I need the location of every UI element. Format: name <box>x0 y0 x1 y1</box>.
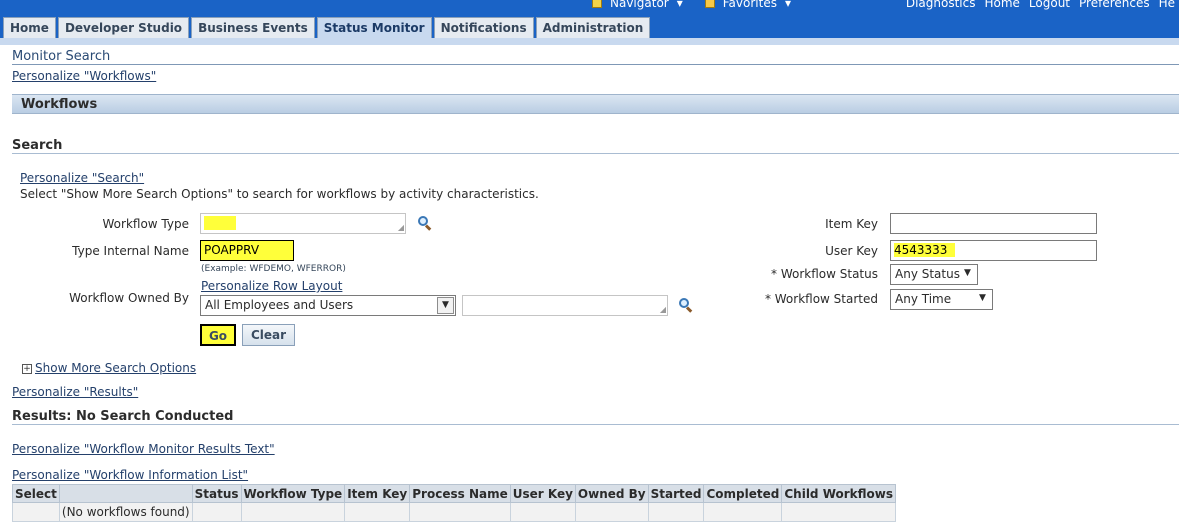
tab-home[interactable]: Home <box>3 17 56 38</box>
global-links: Diagnostics Home Logout Preferences He <box>906 0 1175 10</box>
favorites-menu[interactable]: Favorites <box>723 0 777 10</box>
page-title: Monitor Search <box>12 49 111 64</box>
workflows-section-header: Workflows <box>12 94 1179 114</box>
navigator-icon <box>592 0 602 8</box>
column-header-process-name: Process Name <box>409 484 511 503</box>
favorites-icon <box>704 0 715 8</box>
workflow-status-select[interactable]: Any Status ▼ <box>890 264 978 285</box>
tab-notifications[interactable]: Notifications <box>433 17 534 38</box>
search-instructions: Select "Show More Search Options" to sea… <box>20 187 539 201</box>
personalize-search-link[interactable]: Personalize "Search" <box>20 171 144 185</box>
example-hint: (Example: WFDEMO, WFERROR) <box>201 264 346 274</box>
column-header-owned-by: Owned By <box>574 484 649 503</box>
owned-by-label: Workflow Owned By <box>69 291 189 305</box>
required-mark: * <box>771 267 778 281</box>
table-cell <box>509 502 576 522</box>
workflow-type-value <box>204 216 236 230</box>
chevron-down-icon: ▾ <box>676 0 683 10</box>
results-table: Select Status Workflow Type Item Key Pro… <box>12 484 897 522</box>
workflow-status-value: Any Status <box>895 267 960 281</box>
tab-status-monitor[interactable]: Status Monitor <box>316 17 432 38</box>
user-key-label: User Key <box>825 244 878 258</box>
resize-grip-icon: ◢ <box>397 223 404 232</box>
table-row: (No workflows found) <box>12 502 897 522</box>
table-cell <box>344 502 411 522</box>
workflow-status-label: * Workflow Status <box>700 267 878 281</box>
personalize-results-text-link[interactable]: Personalize "Workflow Monitor Results Te… <box>12 442 275 456</box>
global-link-logout[interactable]: Logout <box>1029 0 1070 10</box>
column-header-item-key: Item Key <box>344 484 411 503</box>
table-cell <box>574 502 649 522</box>
column-header-workflow-type: Workflow Type <box>240 484 346 503</box>
table-cell <box>703 502 783 522</box>
column-header-status: Status <box>191 484 242 503</box>
table-cell <box>12 502 60 522</box>
go-button[interactable]: Go <box>200 324 236 346</box>
type-internal-name-label: Type Internal Name <box>72 244 189 258</box>
column-header-user-key: User Key <box>509 484 576 503</box>
owned-by-text-input[interactable]: ◢ <box>462 295 668 316</box>
column-header-completed: Completed <box>703 484 783 503</box>
global-link-diagnostics[interactable]: Diagnostics <box>906 0 976 10</box>
chevron-down-icon: ▼ <box>437 297 454 314</box>
table-cell <box>409 502 511 522</box>
workflow-status-label-text: Workflow Status <box>780 267 878 281</box>
item-key-label: Item Key <box>825 217 878 231</box>
table-cell <box>647 502 705 522</box>
column-header-child-workflows: Child Workflows <box>781 484 897 503</box>
table-header-row: Select Status Workflow Type Item Key Pro… <box>12 484 897 503</box>
chevron-down-icon: ▾ <box>784 0 791 10</box>
user-key-value: 4543333 <box>894 243 956 257</box>
user-key-input[interactable]: 4543333 <box>890 240 1097 261</box>
tab-subbar <box>0 38 1179 45</box>
results-divider <box>12 424 1179 425</box>
resize-grip-icon: ◢ <box>659 305 666 314</box>
global-link-help[interactable]: He <box>1159 0 1175 10</box>
title-divider <box>12 64 1179 65</box>
tab-administration[interactable]: Administration <box>535 17 651 38</box>
column-header-select: Select <box>12 484 60 503</box>
section-title: Workflows <box>21 97 98 112</box>
column-header-spacer <box>59 484 193 503</box>
chevron-down-icon: ▼ <box>964 268 971 278</box>
clear-button[interactable]: Clear <box>242 324 295 346</box>
column-header-started: Started <box>647 484 705 503</box>
global-link-home[interactable]: Home <box>984 0 1019 10</box>
main-tabs: Home Developer Studio Business Events St… <box>3 17 651 38</box>
tab-developer-studio[interactable]: Developer Studio <box>57 17 190 38</box>
personalize-row-layout-link[interactable]: Personalize Row Layout <box>201 279 342 293</box>
global-link-preferences[interactable]: Preferences <box>1079 0 1150 10</box>
personalize-info-list-link[interactable]: Personalize "Workflow Information List" <box>12 468 248 482</box>
search-icon[interactable] <box>417 215 433 231</box>
type-internal-name-input[interactable]: POAPPRV <box>200 240 294 261</box>
results-heading: Results: No Search Conducted <box>12 409 234 424</box>
workflow-type-input[interactable]: ◢ <box>200 213 406 234</box>
workflow-started-value: Any Time <box>895 292 952 306</box>
required-mark: * <box>764 292 771 306</box>
personalize-workflows-link[interactable]: Personalize "Workflows" <box>12 69 156 83</box>
search-heading: Search <box>12 138 63 153</box>
expand-plus-icon[interactable]: + <box>22 364 32 374</box>
owned-by-value: All Employees and Users <box>205 298 354 312</box>
workflow-started-select[interactable]: Any Time ▼ <box>890 289 993 310</box>
show-more-search-options-link[interactable]: Show More Search Options <box>35 361 196 375</box>
table-cell <box>781 502 897 522</box>
owned-by-select[interactable]: All Employees and Users ▼ <box>200 295 456 316</box>
personalize-results-link[interactable]: Personalize "Results" <box>12 385 138 399</box>
top-nav: Navigator ▾ Favorites ▾ <box>592 0 791 10</box>
top-banner: Navigator ▾ Favorites ▾ Diagnostics Home… <box>0 0 1179 38</box>
table-cell <box>240 502 346 522</box>
search-icon[interactable] <box>678 297 694 313</box>
workflow-started-label: * Workflow Started <box>700 292 878 306</box>
tab-business-events[interactable]: Business Events <box>191 17 315 38</box>
chevron-down-icon: ▼ <box>979 293 986 303</box>
empty-results-message: (No workflows found) <box>58 502 193 522</box>
navigator-menu[interactable]: Navigator <box>610 0 669 10</box>
workflow-type-label: Workflow Type <box>102 217 189 231</box>
workflow-started-label-text: Workflow Started <box>774 292 878 306</box>
table-cell <box>191 502 242 522</box>
item-key-input[interactable] <box>890 213 1097 234</box>
search-divider <box>12 153 1179 154</box>
